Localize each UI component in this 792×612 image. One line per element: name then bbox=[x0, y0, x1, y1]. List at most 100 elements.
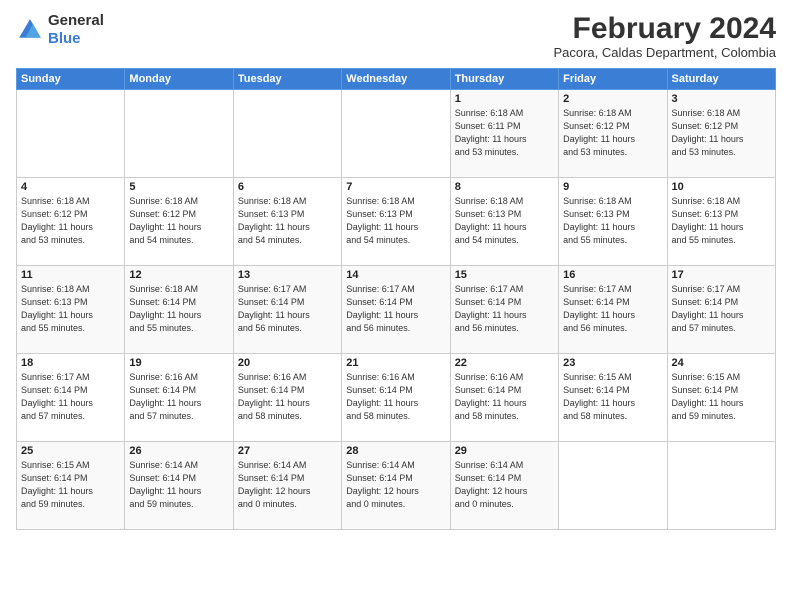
calendar-cell: 8 Sunrise: 6:18 AM Sunset: 6:13 PM Daylig… bbox=[450, 178, 558, 266]
calendar-week-3: 18Sunrise: 6:17 AM Sunset: 6:14 PM Dayli… bbox=[17, 354, 776, 442]
day-number: 6 bbox=[238, 181, 337, 193]
day-info: Sunrise: 6:14 AM Sunset: 6:14 PM Dayligh… bbox=[346, 459, 445, 511]
day-info: Sunrise: 6:16 AM Sunset: 6:14 PM Dayligh… bbox=[238, 371, 337, 423]
logo-icon bbox=[16, 16, 44, 44]
th-friday: Friday bbox=[559, 69, 667, 90]
calendar-cell: 9 Sunrise: 6:18 AM Sunset: 6:13 PM Daylig… bbox=[559, 178, 667, 266]
day-number: 8 bbox=[455, 181, 554, 193]
calendar-week-1: 4 Sunrise: 6:18 AM Sunset: 6:12 PM Daylig… bbox=[17, 178, 776, 266]
calendar-cell: 23 Sunrise: 6:15 AM Sunset: 6:14 PM Dayli… bbox=[559, 354, 667, 442]
day-number: 24 bbox=[672, 357, 771, 369]
calendar-cell: 27Sunrise: 6:14 AM Sunset: 6:14 PM Dayli… bbox=[233, 442, 341, 530]
calendar-cell: 21 Sunrise: 6:16 AM Sunset: 6:14 PM Dayli… bbox=[342, 354, 450, 442]
day-info: Sunrise: 6:15 AM Sunset: 6:14 PM Dayligh… bbox=[21, 459, 120, 511]
calendar-cell bbox=[17, 90, 125, 178]
day-info: Sunrise: 6:14 AM Sunset: 6:14 PM Dayligh… bbox=[129, 459, 228, 511]
day-number: 23 bbox=[563, 357, 662, 369]
th-sunday: Sunday bbox=[17, 69, 125, 90]
logo-blue-text: Blue bbox=[48, 30, 81, 47]
day-number: 15 bbox=[455, 269, 554, 281]
th-tuesday: Tuesday bbox=[233, 69, 341, 90]
day-info: Sunrise: 6:14 AM Sunset: 6:14 PM Dayligh… bbox=[238, 459, 337, 511]
day-info: Sunrise: 6:18 AM Sunset: 6:12 PM Dayligh… bbox=[21, 195, 120, 247]
day-number: 14 bbox=[346, 269, 445, 281]
day-info: Sunrise: 6:16 AM Sunset: 6:14 PM Dayligh… bbox=[346, 371, 445, 423]
day-info: Sunrise: 6:18 AM Sunset: 6:14 PM Dayligh… bbox=[129, 283, 228, 335]
calendar-cell: 17 Sunrise: 6:17 AM Sunset: 6:14 PM Dayli… bbox=[667, 266, 775, 354]
day-info: Sunrise: 6:17 AM Sunset: 6:14 PM Dayligh… bbox=[21, 371, 120, 423]
day-info: Sunrise: 6:16 AM Sunset: 6:14 PM Dayligh… bbox=[129, 371, 228, 423]
calendar-cell: 11Sunrise: 6:18 AM Sunset: 6:13 PM Dayli… bbox=[17, 266, 125, 354]
calendar-cell bbox=[342, 90, 450, 178]
calendar-cell: 1Sunrise: 6:18 AM Sunset: 6:11 PM Daylig… bbox=[450, 90, 558, 178]
calendar-cell: 28 Sunrise: 6:14 AM Sunset: 6:14 PM Dayli… bbox=[342, 442, 450, 530]
month-year: February 2024 bbox=[553, 12, 776, 45]
day-info: Sunrise: 6:17 AM Sunset: 6:14 PM Dayligh… bbox=[455, 283, 554, 335]
calendar-cell: 16 Sunrise: 6:17 AM Sunset: 6:14 PM Dayli… bbox=[559, 266, 667, 354]
day-info: Sunrise: 6:17 AM Sunset: 6:14 PM Dayligh… bbox=[672, 283, 771, 335]
calendar-cell: 20 Sunrise: 6:16 AM Sunset: 6:14 PM Dayli… bbox=[233, 354, 341, 442]
calendar-header: Sunday Monday Tuesday Wednesday Thursday… bbox=[17, 69, 776, 90]
day-info: Sunrise: 6:18 AM Sunset: 6:13 PM Dayligh… bbox=[672, 195, 771, 247]
day-number: 4 bbox=[21, 181, 120, 193]
calendar-cell: 18Sunrise: 6:17 AM Sunset: 6:14 PM Dayli… bbox=[17, 354, 125, 442]
calendar-table: Sunday Monday Tuesday Wednesday Thursday… bbox=[16, 68, 776, 530]
page: General Blue February 2024 Pacora, Calda… bbox=[0, 0, 792, 612]
calendar-week-0: 1Sunrise: 6:18 AM Sunset: 6:11 PM Daylig… bbox=[17, 90, 776, 178]
weekday-row: Sunday Monday Tuesday Wednesday Thursday… bbox=[17, 69, 776, 90]
day-number: 1 bbox=[455, 93, 554, 105]
calendar-cell: 5Sunrise: 6:18 AM Sunset: 6:12 PM Daylig… bbox=[125, 178, 233, 266]
day-info: Sunrise: 6:15 AM Sunset: 6:14 PM Dayligh… bbox=[672, 371, 771, 423]
th-thursday: Thursday bbox=[450, 69, 558, 90]
day-number: 3 bbox=[672, 93, 771, 105]
day-info: Sunrise: 6:17 AM Sunset: 6:14 PM Dayligh… bbox=[563, 283, 662, 335]
day-number: 29 bbox=[455, 445, 554, 457]
location: Pacora, Caldas Department, Colombia bbox=[553, 45, 776, 60]
day-number: 19 bbox=[129, 357, 228, 369]
day-number: 2 bbox=[563, 93, 662, 105]
calendar-cell: 7Sunrise: 6:18 AM Sunset: 6:13 PM Daylig… bbox=[342, 178, 450, 266]
day-number: 9 bbox=[563, 181, 662, 193]
header: General Blue February 2024 Pacora, Calda… bbox=[16, 12, 776, 60]
day-info: Sunrise: 6:14 AM Sunset: 6:14 PM Dayligh… bbox=[455, 459, 554, 511]
day-number: 13 bbox=[238, 269, 337, 281]
day-info: Sunrise: 6:18 AM Sunset: 6:12 PM Dayligh… bbox=[672, 107, 771, 159]
calendar-cell bbox=[667, 442, 775, 530]
logo-general-text: General bbox=[48, 12, 104, 29]
day-number: 12 bbox=[129, 269, 228, 281]
th-saturday: Saturday bbox=[667, 69, 775, 90]
day-number: 16 bbox=[563, 269, 662, 281]
calendar-cell: 4 Sunrise: 6:18 AM Sunset: 6:12 PM Daylig… bbox=[17, 178, 125, 266]
day-info: Sunrise: 6:18 AM Sunset: 6:13 PM Dayligh… bbox=[21, 283, 120, 335]
calendar-cell: 22 Sunrise: 6:16 AM Sunset: 6:14 PM Dayli… bbox=[450, 354, 558, 442]
day-info: Sunrise: 6:16 AM Sunset: 6:14 PM Dayligh… bbox=[455, 371, 554, 423]
calendar-cell bbox=[559, 442, 667, 530]
day-number: 7 bbox=[346, 181, 445, 193]
calendar-cell: 29 Sunrise: 6:14 AM Sunset: 6:14 PM Dayli… bbox=[450, 442, 558, 530]
calendar-cell: 14 Sunrise: 6:17 AM Sunset: 6:14 PM Dayli… bbox=[342, 266, 450, 354]
day-number: 10 bbox=[672, 181, 771, 193]
day-info: Sunrise: 6:15 AM Sunset: 6:14 PM Dayligh… bbox=[563, 371, 662, 423]
day-number: 25 bbox=[21, 445, 120, 457]
day-info: Sunrise: 6:18 AM Sunset: 6:12 PM Dayligh… bbox=[563, 107, 662, 159]
calendar-cell: 2 Sunrise: 6:18 AM Sunset: 6:12 PM Daylig… bbox=[559, 90, 667, 178]
day-number: 5 bbox=[129, 181, 228, 193]
day-number: 21 bbox=[346, 357, 445, 369]
th-monday: Monday bbox=[125, 69, 233, 90]
calendar-cell: 15 Sunrise: 6:17 AM Sunset: 6:14 PM Dayli… bbox=[450, 266, 558, 354]
calendar-cell: 19 Sunrise: 6:16 AM Sunset: 6:14 PM Dayli… bbox=[125, 354, 233, 442]
logo: General Blue bbox=[16, 12, 104, 48]
calendar-cell: 6Sunrise: 6:18 AM Sunset: 6:13 PM Daylig… bbox=[233, 178, 341, 266]
calendar-week-4: 25 Sunrise: 6:15 AM Sunset: 6:14 PM Dayli… bbox=[17, 442, 776, 530]
day-number: 20 bbox=[238, 357, 337, 369]
calendar-cell: 24 Sunrise: 6:15 AM Sunset: 6:14 PM Dayli… bbox=[667, 354, 775, 442]
calendar-cell bbox=[125, 90, 233, 178]
day-info: Sunrise: 6:18 AM Sunset: 6:13 PM Dayligh… bbox=[563, 195, 662, 247]
day-number: 17 bbox=[672, 269, 771, 281]
day-info: Sunrise: 6:18 AM Sunset: 6:13 PM Dayligh… bbox=[455, 195, 554, 247]
day-number: 26 bbox=[129, 445, 228, 457]
calendar-cell: 12 Sunrise: 6:18 AM Sunset: 6:14 PM Dayli… bbox=[125, 266, 233, 354]
day-info: Sunrise: 6:17 AM Sunset: 6:14 PM Dayligh… bbox=[346, 283, 445, 335]
day-number: 22 bbox=[455, 357, 554, 369]
day-number: 28 bbox=[346, 445, 445, 457]
